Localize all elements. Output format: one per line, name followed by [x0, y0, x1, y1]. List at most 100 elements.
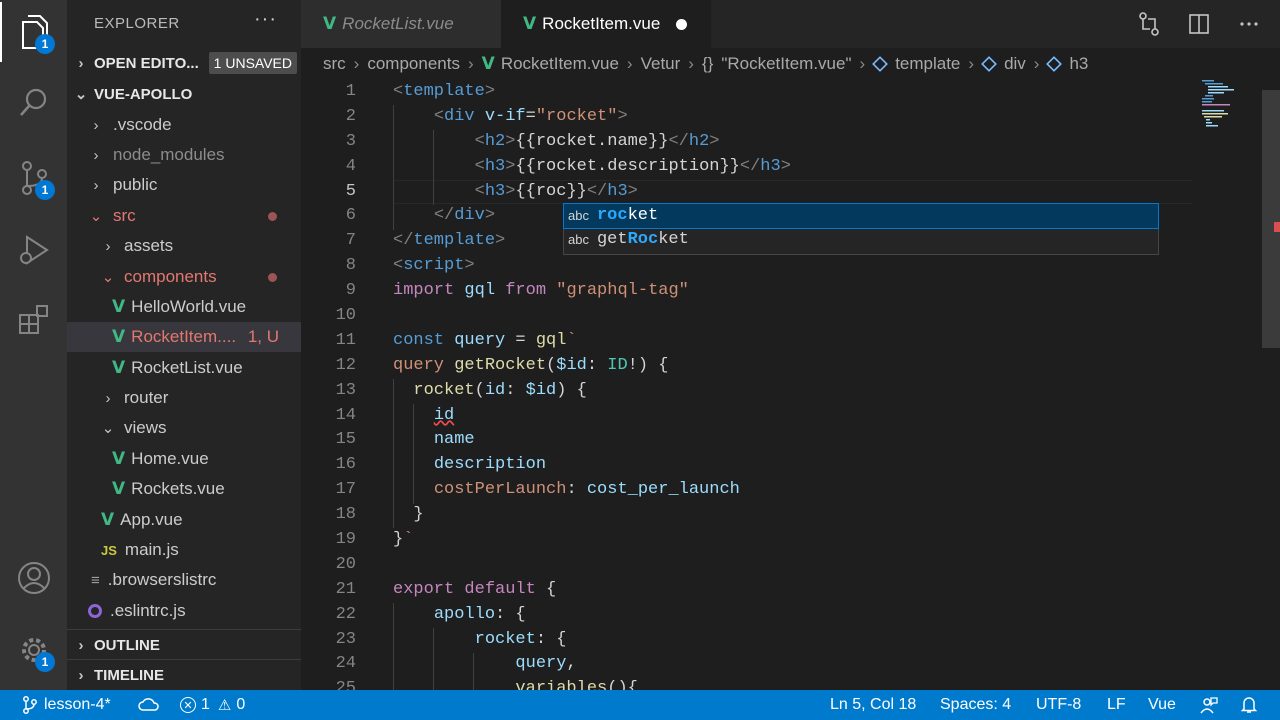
config-file-icon: ≡ [91, 571, 100, 589]
breadcrumb-template[interactable]: template [895, 54, 960, 74]
tree-file-app[interactable]: V App.vue [67, 505, 301, 535]
open-editors-section[interactable]: › OPEN EDITO... 1 UNSAVED [67, 49, 301, 77]
sidebar-title: EXPLORER [94, 15, 180, 32]
vertical-scrollbar[interactable] [1262, 90, 1280, 348]
extensions-activity[interactable] [0, 290, 67, 350]
branch-indicator[interactable]: lesson-4* [22, 690, 111, 720]
tree-file-rocketlist[interactable]: V RocketList.vue [67, 353, 301, 383]
tree-file-browserslist[interactable]: ≡ .browserslistrc [67, 565, 301, 595]
line-number: 21 [335, 579, 356, 599]
code-line: export default { [393, 579, 557, 599]
explorer-badge: 1 [35, 34, 55, 54]
tab-rocketitem[interactable]: V RocketItem.vue [501, 0, 711, 48]
suggest-item[interactable]: abc roc ket [563, 203, 1159, 229]
vue-file-icon: V [101, 510, 115, 530]
vue-file-icon: V [112, 449, 126, 469]
breadcrumb-file[interactable]: RocketItem.vue [501, 54, 619, 74]
tree-label: HelloWorld.vue [131, 297, 247, 316]
tree-folder-node-modules[interactable]: › node_modules [67, 140, 301, 170]
code-line: name [433, 430, 475, 450]
tree-folder-vscode[interactable]: › .vscode [67, 110, 301, 140]
suggest-item[interactable]: abc get Roc ket [564, 228, 1158, 252]
tree-label: Home.vue [131, 449, 209, 468]
tree-file-eslint[interactable]: .eslintrc.js [67, 596, 301, 626]
tree-folder-public[interactable]: › public [67, 170, 301, 200]
tree-file-rocketitem[interactable]: V RocketItem.... 1, U [67, 322, 301, 352]
code-lines: <template> <div v-if="rocket"> <h2>{{roc… [393, 80, 791, 690]
manage-activity[interactable]: 1 [0, 620, 67, 680]
tree-folder-components[interactable]: ⌄ components [67, 262, 301, 292]
section-divider [67, 659, 301, 660]
status-bar: lesson-4* ✕ 1 ⚠ 0 Ln 5, Col 18 Spaces: 4… [0, 690, 1280, 720]
tree-file-helloworld[interactable]: V HelloWorld.vue [67, 292, 301, 322]
code-line: apollo: { [433, 604, 526, 624]
line-number: 9 [345, 281, 356, 301]
split-editor-icon[interactable] [1188, 12, 1210, 36]
more-actions-icon[interactable]: ··· [254, 8, 277, 31]
suggest-rest: ket [658, 230, 689, 249]
language-mode[interactable]: Vue [1148, 690, 1176, 720]
breadcrumb-div[interactable]: div [1004, 54, 1026, 74]
indentation[interactable]: Spaces: 4 [940, 690, 1011, 720]
line-number: 24 [335, 654, 356, 674]
tree-label: router [124, 388, 169, 407]
chevron-right-icon: › [688, 54, 694, 73]
vue-file-icon: V [323, 14, 337, 34]
minimap[interactable] [1202, 80, 1262, 130]
tree-folder-router[interactable]: › router [67, 383, 301, 413]
chevron-right-icon: › [93, 146, 99, 164]
tab-label: RocketList.vue [342, 14, 454, 33]
vue-file-icon: V [523, 14, 537, 34]
code-line: rocket(id: $id) { [413, 380, 587, 400]
line-number: 1 [345, 82, 356, 101]
tree-label: .eslintrc.js [110, 601, 186, 620]
extensions-icon [18, 305, 48, 334]
tree-file-home[interactable]: V Home.vue [67, 444, 301, 474]
project-section[interactable]: ⌄ VUE-APOLLO [67, 80, 301, 108]
breadcrumb-h3[interactable]: h3 [1069, 54, 1088, 74]
line-number: 8 [345, 256, 356, 276]
tree-file-main[interactable]: JS main.js [67, 535, 301, 565]
notifications-button[interactable] [1240, 690, 1258, 720]
tree-folder-assets[interactable]: › assets [67, 231, 301, 261]
end-of-line[interactable]: LF [1107, 690, 1126, 720]
cursor-position[interactable]: Ln 5, Col 18 [830, 690, 916, 720]
code-line: variables(){ [515, 679, 638, 690]
encoding[interactable]: UTF-8 [1036, 690, 1081, 720]
chevron-right-icon: › [467, 54, 474, 73]
tab-rocketlist[interactable]: V RocketList.vue [301, 0, 501, 48]
breadcrumb-components[interactable]: components [367, 54, 460, 74]
compare-changes-icon[interactable] [1138, 12, 1160, 36]
unsaved-dot-icon[interactable] [676, 18, 688, 30]
chevron-right-icon: › [78, 636, 84, 654]
code-line: <h3>{{rocket.description}}</h3> [474, 156, 791, 176]
run-debug-icon [19, 235, 49, 265]
outline-section[interactable]: › OUTLINE [67, 631, 301, 659]
line-number: 16 [335, 455, 356, 475]
more-actions-icon[interactable] [1238, 12, 1260, 36]
feedback-button[interactable] [1200, 690, 1218, 720]
search-activity[interactable] [0, 72, 67, 132]
breadcrumb-vetur[interactable]: Vetur [641, 54, 681, 74]
tree-folder-src[interactable]: ⌄ src [67, 201, 301, 231]
explorer-activity[interactable]: 1 [0, 2, 67, 62]
code-editor[interactable]: 1 2 3 4 5 6 7 8 9 10 11 12 13 14 15 16 1… [301, 80, 1280, 690]
line-number: 22 [335, 604, 356, 624]
tree-file-rockets[interactable]: V Rockets.vue [67, 474, 301, 504]
timeline-section[interactable]: › TIMELINE [67, 661, 301, 689]
breadcrumb-src[interactable]: src [323, 54, 346, 74]
accounts-activity[interactable] [0, 548, 67, 608]
warning-icon: ⚠ [217, 697, 232, 714]
problems-indicator[interactable]: ✕ 1 ⚠ 0 [180, 690, 245, 720]
sync-button[interactable] [138, 690, 160, 720]
chevron-right-icon: › [353, 54, 360, 73]
source-control-activity[interactable]: 1 [0, 148, 67, 208]
tree-folder-views[interactable]: ⌄ views [67, 413, 301, 443]
modified-dot [268, 272, 277, 282]
run-debug-activity[interactable] [0, 220, 67, 280]
chevron-down-icon: ⌄ [101, 420, 115, 437]
breadcrumb-object[interactable]: "RocketItem.vue" [721, 54, 851, 74]
line-number: 5 [345, 181, 356, 201]
tree-label: public [113, 175, 158, 194]
search-icon [19, 88, 46, 116]
